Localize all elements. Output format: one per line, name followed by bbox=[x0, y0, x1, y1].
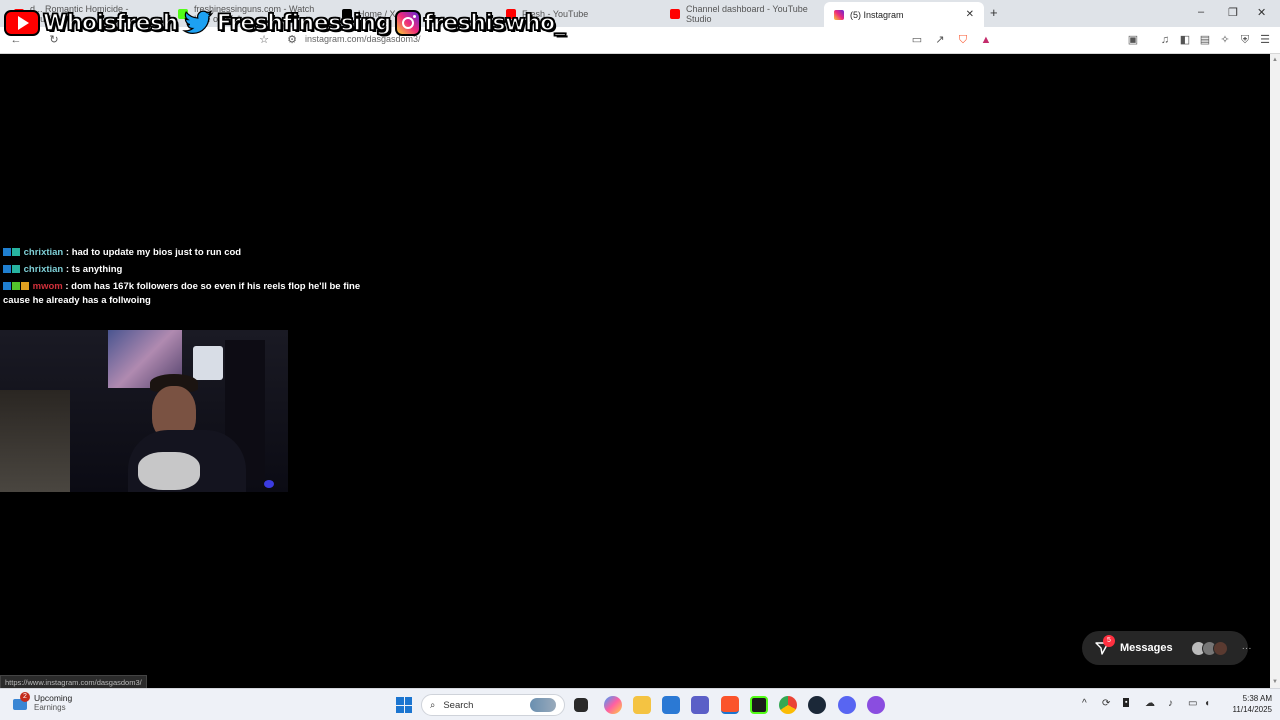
minimize-button[interactable]: – bbox=[1198, 6, 1204, 18]
taskbar-search[interactable]: ⌕ Search bbox=[421, 694, 565, 716]
network-icon[interactable]: ▭ bbox=[1188, 698, 1197, 709]
badge-icon bbox=[21, 282, 29, 290]
taskbar-clock[interactable]: 5:38 AM 11/14/2025 bbox=[1222, 693, 1272, 715]
brave-shield-icon[interactable]: ⛉ bbox=[957, 34, 969, 46]
cloud-icon[interactable]: ☁ bbox=[1145, 698, 1155, 709]
menu-icon[interactable]: ☰ bbox=[1259, 34, 1271, 46]
tab-label: (5) Instagram bbox=[850, 9, 904, 20]
screen: d... Romantic Homicide - YouTube freshin… bbox=[0, 0, 1280, 720]
badge-icon bbox=[3, 265, 11, 273]
tab-label: Channel dashboard - YouTube Studio bbox=[686, 3, 808, 24]
vpn-icon[interactable]: ⛨ bbox=[1239, 34, 1251, 46]
page-scrollbar[interactable]: ▲ ▼ bbox=[1270, 54, 1280, 688]
copilot-icon[interactable] bbox=[604, 696, 622, 714]
search-highlight-icon bbox=[530, 698, 556, 712]
twitter-handle: Freshfinessing bbox=[216, 10, 392, 37]
new-tab-button[interactable]: + bbox=[990, 5, 998, 20]
search-label: Search bbox=[443, 699, 474, 711]
obs-icon[interactable] bbox=[867, 696, 885, 714]
chat-username: mwom bbox=[32, 281, 63, 292]
chat-text: : had to update my bios just to run cod bbox=[65, 247, 242, 258]
stocks-widget-icon: 2 bbox=[12, 691, 30, 711]
room-shelf bbox=[0, 390, 70, 492]
instagram-handle: freshiswho_ bbox=[423, 10, 566, 37]
volume-icon[interactable]: ◖ bbox=[1204, 698, 1210, 709]
led-light bbox=[264, 480, 274, 488]
chat-message: mwom : dom has 167k followers doe so eve… bbox=[3, 280, 363, 308]
widget-badge: 2 bbox=[20, 691, 30, 702]
media-icon[interactable]: ♫ bbox=[1159, 34, 1171, 46]
windows-logo-icon bbox=[396, 705, 404, 713]
badge-icon bbox=[12, 265, 20, 273]
kick-app-icon[interactable] bbox=[750, 696, 768, 714]
maximize-button[interactable]: ❐ bbox=[1228, 6, 1238, 19]
message-avatars bbox=[1190, 640, 1228, 656]
badge-icon bbox=[12, 248, 20, 256]
clock-time: 5:38 AM bbox=[1242, 694, 1272, 703]
scroll-up-icon[interactable]: ▲ bbox=[1272, 57, 1278, 63]
chat-message: chrixtian : had to update my bios just t… bbox=[3, 246, 363, 260]
search-icon: ⌕ bbox=[430, 699, 436, 711]
tab-youtube-studio[interactable]: Channel dashboard - YouTube Studio bbox=[660, 3, 822, 24]
messages-badge: 5 bbox=[1103, 635, 1115, 647]
windows-logo-icon bbox=[404, 705, 412, 713]
youtube-studio-favicon-icon bbox=[670, 8, 680, 19]
youtube-logo-icon bbox=[4, 10, 40, 36]
badge-icon bbox=[3, 282, 11, 290]
start-button[interactable] bbox=[396, 697, 412, 713]
chat-message: chrixtian : ts anything bbox=[3, 263, 363, 277]
youtube-overlay: Whoisfresh bbox=[4, 10, 179, 37]
stream-socials-overlay: Whoisfresh Freshfinessing freshiswho_ bbox=[4, 8, 566, 38]
scroll-down-icon[interactable]: ▼ bbox=[1272, 679, 1278, 685]
more-icon[interactable]: ··· bbox=[1242, 643, 1252, 654]
discord-icon[interactable] bbox=[838, 696, 856, 714]
badge-icon bbox=[3, 248, 11, 256]
task-view-icon[interactable] bbox=[574, 698, 588, 712]
widgets-button[interactable]: 2 Upcoming Earnings bbox=[12, 691, 73, 712]
close-window-button[interactable]: ✕ bbox=[1257, 6, 1266, 19]
close-tab-icon[interactable]: ✕ bbox=[966, 9, 974, 20]
instagram-favicon-icon bbox=[834, 9, 844, 20]
messages-icon: 5 bbox=[1094, 635, 1115, 656]
windows-logo-icon bbox=[404, 697, 412, 705]
twitter-bird-icon bbox=[181, 10, 214, 35]
instagram-logo-icon bbox=[394, 10, 421, 36]
badge-icon bbox=[12, 282, 20, 290]
hoodie-graphic bbox=[138, 452, 200, 490]
chat-username: chrixtian bbox=[23, 264, 64, 275]
tab-search-icon[interactable]: ▣ bbox=[1127, 34, 1139, 46]
wall-sign bbox=[193, 346, 223, 380]
widget-subtitle: Earnings bbox=[34, 703, 66, 712]
file-explorer-icon[interactable] bbox=[633, 696, 651, 714]
tray-app-icon[interactable]: ▪ bbox=[1123, 698, 1130, 707]
wallet-icon[interactable]: ▤ bbox=[1199, 34, 1211, 46]
show-hidden-icons-icon[interactable]: ^ bbox=[1082, 698, 1087, 709]
chrome-icon[interactable] bbox=[779, 696, 797, 714]
brave-rewards-icon[interactable]: ▲ bbox=[980, 34, 992, 46]
messages-button[interactable]: 5 Messages ··· bbox=[1082, 631, 1252, 665]
sync-icon[interactable]: ⟳ bbox=[1102, 698, 1110, 709]
stream-chat: chrixtian : had to update my bios just t… bbox=[3, 246, 363, 311]
steam-icon[interactable] bbox=[808, 696, 826, 714]
windows-taskbar: 2 Upcoming Earnings ⌕ Search ^ ⟳ ▪ ☁ ♪ ▭… bbox=[0, 688, 1280, 720]
leo-ai-icon[interactable]: ✧ bbox=[1219, 34, 1231, 46]
avatar bbox=[1212, 640, 1228, 656]
share-icon[interactable]: ↗ bbox=[934, 34, 946, 46]
microsoft-store-icon[interactable] bbox=[662, 696, 680, 714]
chat-username: chrixtian bbox=[23, 247, 64, 258]
messages-label: Messages bbox=[1120, 642, 1173, 654]
microphone-icon[interactable]: ♪ bbox=[1168, 698, 1173, 709]
chat-text: : ts anything bbox=[65, 264, 123, 275]
instagram-overlay: freshiswho_ bbox=[394, 10, 566, 37]
brave-browser-icon[interactable] bbox=[721, 696, 739, 714]
clock-date: 11/14/2025 bbox=[1232, 705, 1272, 714]
cast-icon[interactable]: ▭ bbox=[911, 34, 923, 46]
tab-instagram[interactable]: (5) Instagram ✕ bbox=[824, 2, 984, 27]
sidebar-icon[interactable]: ◧ bbox=[1179, 34, 1191, 46]
twitter-overlay: Freshfinessing bbox=[181, 8, 392, 38]
teams-icon[interactable] bbox=[691, 696, 709, 714]
youtube-handle: Whoisfresh bbox=[42, 10, 179, 37]
windows-logo-icon bbox=[396, 697, 404, 705]
widget-title: Upcoming bbox=[34, 693, 73, 703]
